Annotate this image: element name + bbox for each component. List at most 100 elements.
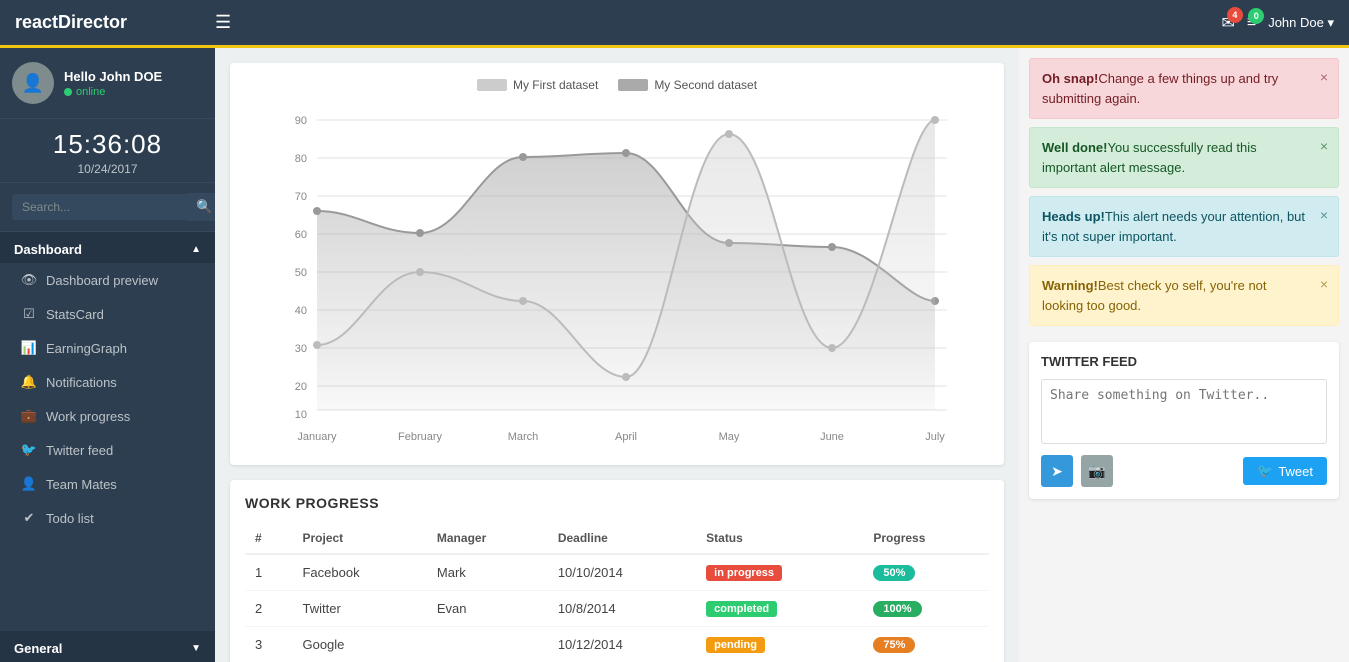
cell-project: Twitter	[292, 591, 426, 627]
alert-close-btn[interactable]: ×	[1320, 136, 1328, 157]
table-row: 3 Google 10/12/2014 pending 75%	[245, 627, 989, 662]
work-progress-section: WORK PROGRESS # Project Manager Deadline…	[230, 480, 1004, 662]
sidebar-item-teammates[interactable]: 👤 Team Mates	[0, 467, 215, 501]
chart-legend: My First dataset My Second dataset	[245, 78, 989, 92]
work-progress-table: # Project Manager Deadline Status Progre…	[245, 523, 989, 662]
sidebar-item-notifications[interactable]: 🔔 Notifications	[0, 365, 215, 399]
notifications-badge: 0	[1248, 8, 1264, 24]
checkmark-icon: ✔	[20, 510, 38, 526]
twitter-section: TWITTER FEED ➤ 📷 🐦 Tweet	[1029, 342, 1339, 499]
menu-toggle-icon[interactable]: ☰	[215, 12, 231, 33]
user-icon: 👤	[20, 476, 38, 492]
sidebar-item-workprogress[interactable]: 💼 Work progress	[0, 399, 215, 433]
svg-text:February: February	[398, 431, 443, 443]
sidebar-item-label: Dashboard preview	[46, 273, 158, 288]
svg-text:January: January	[297, 431, 337, 443]
legend-label-ds1: My First dataset	[513, 78, 598, 92]
cell-num: 3	[245, 627, 292, 662]
cell-deadline: 10/12/2014	[548, 627, 696, 662]
cell-project: Facebook	[292, 554, 426, 591]
twitter-title: TWITTER FEED	[1041, 354, 1327, 369]
online-dot	[64, 88, 72, 96]
sidebar-item-label: Notifications	[46, 375, 117, 390]
cell-deadline: 10/8/2014	[548, 591, 696, 627]
status-badge: completed	[706, 601, 777, 617]
briefcase-icon: 💼	[20, 408, 38, 424]
tweet-button[interactable]: 🐦 Tweet	[1243, 457, 1327, 485]
alert-label: Oh snap!	[1042, 71, 1098, 86]
sidebar-item-statscard[interactable]: ☑ StatsCard	[0, 297, 215, 331]
search-button[interactable]: 🔍	[187, 193, 215, 221]
cell-progress: 75%	[863, 627, 989, 662]
bell-icon: 🔔	[20, 374, 38, 390]
app-brand: reactDirector	[15, 12, 215, 33]
cell-manager: Mark	[427, 554, 548, 591]
search-input[interactable]	[12, 194, 187, 220]
alert-close-btn[interactable]: ×	[1320, 274, 1328, 295]
avatar: 👤	[12, 62, 54, 104]
sidebar-section-dashboard[interactable]: Dashboard ▲	[0, 232, 215, 263]
online-status: online	[64, 86, 162, 98]
twitter-camera-icon-btn[interactable]: 📷	[1081, 455, 1113, 487]
cell-num: 2	[245, 591, 292, 627]
col-num: #	[245, 523, 292, 554]
cell-num: 1	[245, 554, 292, 591]
alerts-container: Oh snap!Change a few things up and try s…	[1029, 58, 1339, 334]
alert-close-btn[interactable]: ×	[1320, 205, 1328, 226]
svg-text:80: 80	[295, 153, 307, 165]
svg-text:10: 10	[295, 409, 307, 421]
svg-text:March: March	[508, 431, 539, 443]
sidebar-item-todolist[interactable]: ✔ Todo list	[0, 501, 215, 535]
col-deadline: Deadline	[548, 523, 696, 554]
cell-project: Google	[292, 627, 426, 662]
svg-text:30: 30	[295, 343, 307, 355]
legend-swatch-ds2	[618, 79, 648, 91]
chevron-up-icon: ▲	[191, 244, 201, 255]
twitter-send-icon-btn[interactable]: ➤	[1041, 455, 1073, 487]
right-panel: Oh snap!Change a few things up and try s…	[1019, 48, 1349, 662]
bar-chart-icon: 📊	[20, 340, 38, 356]
cell-progress: 100%	[863, 591, 989, 627]
sidebar-section-dashboard-label: Dashboard	[14, 242, 82, 257]
sidebar-time: 15:36:08	[0, 129, 215, 160]
twitter-actions: ➤ 📷 🐦 Tweet	[1041, 455, 1327, 487]
notifications-icon-btn[interactable]: ≡ 0	[1247, 14, 1256, 32]
chart-container: My First dataset My Second dataset	[230, 63, 1004, 465]
table-row: 1 Facebook Mark 10/10/2014 in progress 5…	[245, 554, 989, 591]
sidebar-item-label: EarningGraph	[46, 341, 127, 356]
sidebar-item-label: StatsCard	[46, 307, 104, 322]
sidebar-item-dashboard-preview[interactable]: 👁 Dashboard preview	[0, 263, 215, 297]
chevron-down-icon: ▼	[191, 643, 201, 654]
svg-text:40: 40	[295, 305, 307, 317]
table-row: 2 Twitter Evan 10/8/2014 completed 100%	[245, 591, 989, 627]
svg-text:20: 20	[295, 381, 307, 393]
eye-icon: 👁	[20, 272, 38, 288]
svg-text:June: June	[820, 431, 844, 443]
legend-ds1: My First dataset	[477, 78, 598, 92]
alert-success: Well done!You successfully read this imp…	[1029, 127, 1339, 188]
top-nav: reactDirector ☰ ✉ 4 ≡ 0 John Doe ▾	[0, 0, 1349, 48]
alert-close-btn[interactable]: ×	[1320, 67, 1328, 88]
legend-label-ds2: My Second dataset	[654, 78, 757, 92]
user-menu[interactable]: John Doe ▾	[1268, 15, 1334, 31]
sidebar-item-earninggraph[interactable]: 📊 EarningGraph	[0, 331, 215, 365]
twitter-bird-icon: 🐦	[1257, 463, 1273, 479]
svg-text:July: July	[925, 431, 945, 443]
svg-text:70: 70	[295, 191, 307, 203]
cell-manager: Evan	[427, 591, 548, 627]
svg-text:April: April	[615, 431, 637, 443]
alert-warning: Warning!Best check yo self, you're not l…	[1029, 265, 1339, 326]
sidebar-profile: 👤 Hello John DOE online	[0, 48, 215, 119]
twitter-icon: 🐦	[20, 442, 38, 458]
mail-icon-btn[interactable]: ✉ 4	[1221, 13, 1234, 33]
sidebar-clock: 15:36:08 10/24/2017	[0, 119, 215, 183]
top-nav-right: ✉ 4 ≡ 0 John Doe ▾	[1221, 13, 1334, 33]
alert-label: Well done!	[1042, 140, 1107, 155]
progress-badge: 50%	[873, 565, 915, 581]
work-progress-title: WORK PROGRESS	[245, 495, 989, 511]
twitter-textarea[interactable]	[1041, 379, 1327, 444]
sidebar-section-general[interactable]: General ▼	[0, 631, 215, 662]
sidebar-item-twitterfeed[interactable]: 🐦 Twitter feed	[0, 433, 215, 467]
cell-manager	[427, 627, 548, 662]
alert-label: Heads up!	[1042, 209, 1105, 224]
